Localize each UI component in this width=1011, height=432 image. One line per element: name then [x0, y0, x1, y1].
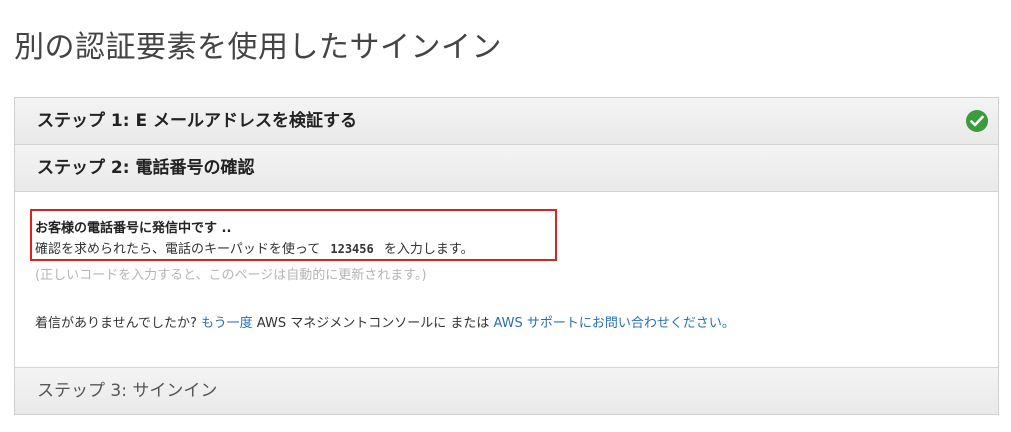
no-call-middle: AWS マネジメントコンソールに または: [256, 316, 490, 331]
step-3-header[interactable]: ステップ 3: サインイン: [15, 367, 998, 414]
step-2-body: お客様の電話番号に発信中です .. 確認を求められたら、電話のキーパッドを使って…: [15, 192, 998, 367]
page-title: 別の認証要素を使用したサインイン: [14, 30, 502, 65]
signin-steps-panel: ステップ 1: E メールアドレスを検証する ステップ 2: 電話番号の確認 お…: [14, 97, 999, 415]
verification-pin: 123456: [330, 242, 374, 256]
retry-call-link[interactable]: もう一度: [201, 316, 253, 331]
step-2-label: ステップ 2: 電話番号の確認: [37, 158, 255, 178]
check-circle-icon: [966, 110, 988, 132]
step-3-label: ステップ 3: サインイン: [37, 381, 218, 401]
instruction-suffix: を入力します。: [383, 242, 474, 257]
no-call-prefix: 着信がありませんでしたか?: [35, 316, 197, 331]
no-call-help: 着信がありませんでしたか? もう一度 AWS マネジメントコンソールに または …: [35, 312, 735, 331]
keypad-instruction: 確認を求められたら、電話のキーパッドを使って 123456 を入力します。: [35, 238, 474, 257]
step-2-header[interactable]: ステップ 2: 電話番号の確認: [15, 145, 998, 192]
aws-support-link[interactable]: AWS サポートにお問い合わせください。: [493, 316, 734, 331]
step-1-header[interactable]: ステップ 1: E メールアドレスを検証する: [15, 98, 998, 145]
calling-status-text: お客様の電話番号に発信中です ..: [35, 221, 232, 236]
instruction-prefix: 確認を求められたら、電話のキーパッドを使って: [35, 242, 321, 257]
auto-refresh-note: (正しいコードを入力すると、このページは自動的に更新されます。): [35, 268, 427, 283]
step-1-label: ステップ 1: E メールアドレスを検証する: [37, 111, 357, 131]
